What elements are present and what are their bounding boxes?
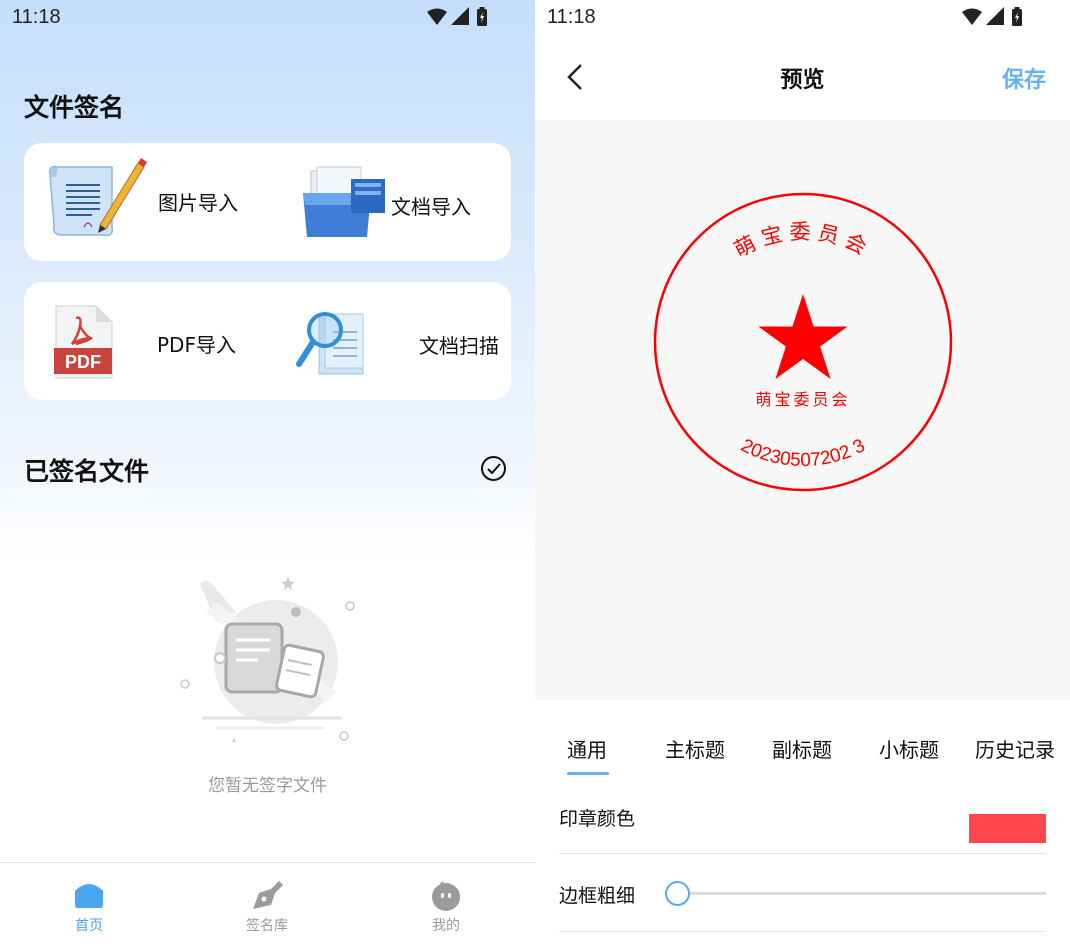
border-width-label: 边框粗细 <box>559 885 636 907</box>
status-bar: 11:18 <box>0 0 535 36</box>
battery-icon <box>477 7 487 26</box>
home-screen: 11:18 文件签名 图片导入 文档导入 PDF PDF导入 文档扫描 已签名文… <box>0 0 535 951</box>
scan-icon <box>296 312 364 375</box>
image-import-icon <box>48 158 147 237</box>
seal-center-text: 萌宝委员会 <box>755 390 850 409</box>
seal-preview: 萌宝委员会 萌宝委员会 20230507202 3 <box>653 192 953 492</box>
pdf-import-label: PDF导入 <box>157 333 236 357</box>
tab-profile[interactable]: 我的 <box>386 863 506 951</box>
tab-main-title[interactable]: 主标题 <box>665 734 725 763</box>
preview-screen: 11:18 预览 保存 萌宝委员会 萌宝委员会 20230507202 3 通用… <box>535 0 1070 951</box>
file-sign-title: 文件签名 <box>24 93 125 122</box>
document-import-button[interactable]: 文档导入 <box>267 143 511 261</box>
profile-icon <box>432 881 460 911</box>
status-icons <box>425 6 495 32</box>
check-circle-icon[interactable] <box>480 455 507 482</box>
import-card-1: 图片导入 文档导入 <box>24 143 511 261</box>
active-tab-indicator <box>567 772 609 775</box>
home-icon <box>75 884 103 908</box>
tab-small-title[interactable]: 小标题 <box>879 734 939 763</box>
tab-general[interactable]: 通用 <box>567 734 607 763</box>
seal-top-text: 萌宝委员会 <box>730 220 876 262</box>
tab-home-label: 首页 <box>75 918 103 934</box>
status-icons <box>960 6 1030 32</box>
tab-subtitle[interactable]: 副标题 <box>772 734 832 763</box>
tab-history[interactable]: 历史记录 <box>975 734 1055 763</box>
signal-icon <box>451 7 469 25</box>
signal-icon <box>986 7 1004 25</box>
seal-bottom-text: 20230507202 3 <box>737 435 868 471</box>
status-time: 11:18 <box>12 6 61 28</box>
status-time: 11:18 <box>547 6 596 28</box>
image-import-label: 图片导入 <box>158 191 238 215</box>
tab-signature-library-label: 签名库 <box>246 918 288 934</box>
tab-home[interactable]: 首页 <box>29 863 149 951</box>
tab-signature-library[interactable]: 签名库 <box>207 863 327 951</box>
import-card-2: PDF PDF导入 文档扫描 <box>24 282 511 400</box>
tab-profile-label: 我的 <box>432 918 460 934</box>
seal-color-label: 印章颜色 <box>559 808 636 830</box>
image-import-button[interactable]: 图片导入 <box>24 143 267 261</box>
save-button[interactable]: 保存 <box>1002 62 1046 94</box>
header: 11:18 预览 保存 <box>535 0 1070 120</box>
document-scan-button[interactable]: 文档扫描 <box>267 282 511 400</box>
signed-files-title: 已签名文件 <box>24 457 150 486</box>
folder-import-icon <box>303 166 385 237</box>
document-scan-label: 文档扫描 <box>419 334 499 358</box>
border-width-slider-track[interactable] <box>677 892 1046 895</box>
battery-icon <box>1012 7 1022 26</box>
divider <box>559 931 1046 932</box>
status-bar: 11:18 <box>535 0 1070 36</box>
page-title: 预览 <box>780 68 825 93</box>
pdf-import-button[interactable]: PDF PDF导入 <box>24 282 267 400</box>
border-width-slider-handle[interactable] <box>665 881 690 906</box>
wifi-icon <box>962 8 982 25</box>
empty-state-text: 您暂无签字文件 <box>208 776 327 796</box>
bottom-tab-bar: 首页 签名库 我的 <box>0 862 535 951</box>
seal-star <box>758 294 848 379</box>
pdf-icon: PDF <box>54 305 113 379</box>
empty-documents-illustration <box>180 576 355 742</box>
svg-text:PDF: PDF <box>65 352 101 372</box>
document-import-label: 文档导入 <box>391 195 471 219</box>
seal-color-swatch[interactable] <box>969 814 1046 843</box>
pen-icon <box>253 881 283 909</box>
wifi-icon <box>427 8 447 25</box>
divider <box>559 853 1046 854</box>
settings-panel: 通用 主标题 副标题 小标题 历史记录 印章颜色 边框粗细 <box>535 700 1070 951</box>
